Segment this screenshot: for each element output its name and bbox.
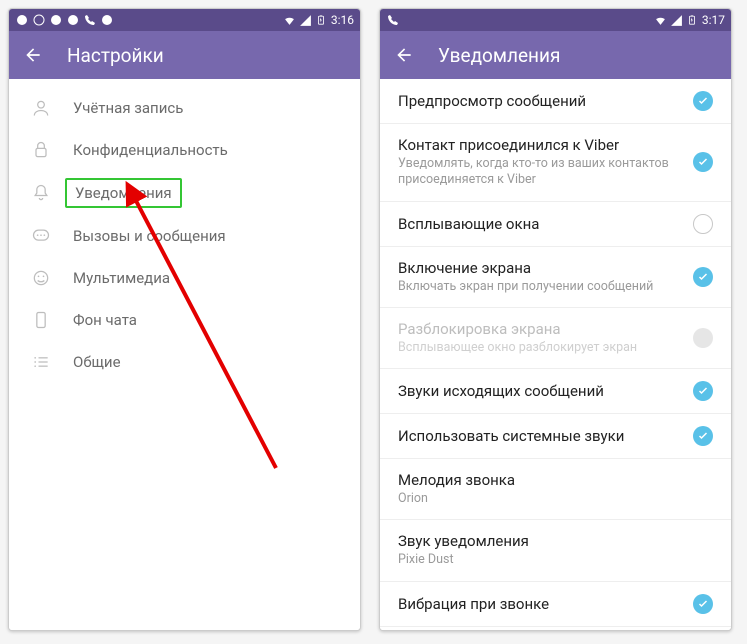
status-time: 3:16: [331, 13, 354, 27]
status-time: 3:17: [702, 13, 725, 27]
notif-title: Вибрация при звонке: [398, 595, 693, 613]
battery-icon: [315, 14, 328, 27]
notif-subtitle: Всплывающее окно разблокирует экран: [398, 340, 693, 356]
app-bar: Уведомления: [380, 31, 731, 79]
bell-icon: [31, 183, 51, 203]
notif-row[interactable]: Всплывающие окна: [380, 202, 731, 247]
viber-icon: [100, 14, 113, 27]
call-icon: [386, 14, 399, 27]
notif-row[interactable]: Разблокировка экрана Всплывающее окно раз…: [380, 308, 731, 369]
signal-icon: [299, 14, 312, 27]
wifi-icon: [654, 14, 667, 27]
right-phone: 3:17 Уведомления Предпросмотр сообщений К…: [379, 8, 732, 631]
settings-item-label: Учётная запись: [73, 99, 183, 117]
settings-item-user[interactable]: Учётная запись: [9, 87, 360, 129]
notif-row[interactable]: Мелодия звонка Orion: [380, 459, 731, 520]
notif-row[interactable]: Включение экрана Включать экран при получ…: [380, 247, 731, 308]
notif-title: Предпросмотр сообщений: [398, 92, 693, 110]
notif-title: Включение экрана: [398, 259, 693, 277]
chat-icon: [31, 226, 51, 246]
app-icon: [15, 14, 28, 27]
notif-subtitle: Orion: [398, 491, 713, 507]
wifi-icon: [283, 14, 296, 27]
list-icon: [31, 352, 51, 372]
back-icon[interactable]: [394, 45, 414, 65]
toggle[interactable]: [693, 381, 713, 401]
battery-icon: [686, 14, 699, 27]
notif-title: Контакт присоединился к Viber: [398, 136, 693, 154]
app-icon: [32, 14, 45, 27]
notif-title: Использовать системные звуки: [398, 427, 693, 445]
notif-subtitle: Pixie Dust: [398, 552, 713, 568]
media-icon: [31, 268, 51, 288]
whatsapp-icon: [66, 14, 79, 27]
toggle[interactable]: [693, 91, 713, 111]
toggle[interactable]: [693, 267, 713, 287]
notif-row[interactable]: Использовать системные звуки: [380, 414, 731, 459]
settings-item-list[interactable]: Общие: [9, 341, 360, 383]
call-icon: [83, 14, 96, 27]
settings-item-media[interactable]: Мультимедиа: [9, 257, 360, 299]
settings-item-label: Фон чата: [73, 311, 137, 329]
settings-item-label: Уведомления: [65, 178, 182, 208]
notif-title: Звук уведомления: [398, 532, 713, 550]
settings-item-lock[interactable]: Конфиденциальность: [9, 129, 360, 171]
skype-icon: [49, 14, 62, 27]
settings-item-label: Вызовы и сообщения: [73, 227, 226, 245]
left-phone: 3:16 Настройки Учётная запись Конфиденциа…: [8, 8, 361, 631]
settings-item-bell[interactable]: Уведомления: [9, 171, 360, 215]
notif-row[interactable]: Вибрация при звонке: [380, 582, 731, 627]
settings-item-label: Конфиденциальность: [73, 141, 228, 159]
page-title: Уведомления: [438, 44, 560, 67]
notif-title: Звуки исходящих сообщений: [398, 382, 693, 400]
settings-item-chat[interactable]: Вызовы и сообщения: [9, 215, 360, 257]
back-icon[interactable]: [23, 45, 43, 65]
settings-item-label: Мультимедиа: [73, 269, 170, 287]
notif-title: Мелодия звонка: [398, 471, 713, 489]
toggle[interactable]: [693, 214, 713, 234]
notif-row[interactable]: Звуки исходящих сообщений: [380, 369, 731, 414]
app-bar: Настройки: [9, 31, 360, 79]
notif-row[interactable]: Звук уведомления Pixie Dust: [380, 520, 731, 581]
settings-item-label: Общие: [73, 353, 121, 371]
notif-subtitle: Включать экран при получении сообщений: [398, 279, 693, 295]
notif-subtitle: Уведомлять, когда кто-то из ваших контак…: [398, 156, 693, 189]
settings-content: Учётная запись Конфиденциальность Уведомле…: [9, 79, 360, 630]
signal-icon: [670, 14, 683, 27]
toggle[interactable]: [693, 152, 713, 172]
toggle: [693, 328, 713, 348]
lock-icon: [31, 140, 51, 160]
notif-title: Всплывающие окна: [398, 215, 693, 233]
settings-item-phone-bg[interactable]: Фон чата: [9, 299, 360, 341]
notifications-content: Предпросмотр сообщений Контакт присоедини…: [380, 79, 731, 630]
toggle[interactable]: [693, 594, 713, 614]
toggle[interactable]: [693, 426, 713, 446]
notif-row[interactable]: Контакт присоединился к Viber Уведомлять,…: [380, 124, 731, 202]
page-title: Настройки: [67, 44, 164, 67]
user-icon: [31, 98, 51, 118]
phone-bg-icon: [31, 310, 51, 330]
notif-row[interactable]: Предпросмотр сообщений: [380, 79, 731, 124]
notif-title: Разблокировка экрана: [398, 320, 693, 338]
status-bar: 3:16: [9, 9, 360, 31]
status-bar: 3:17: [380, 9, 731, 31]
